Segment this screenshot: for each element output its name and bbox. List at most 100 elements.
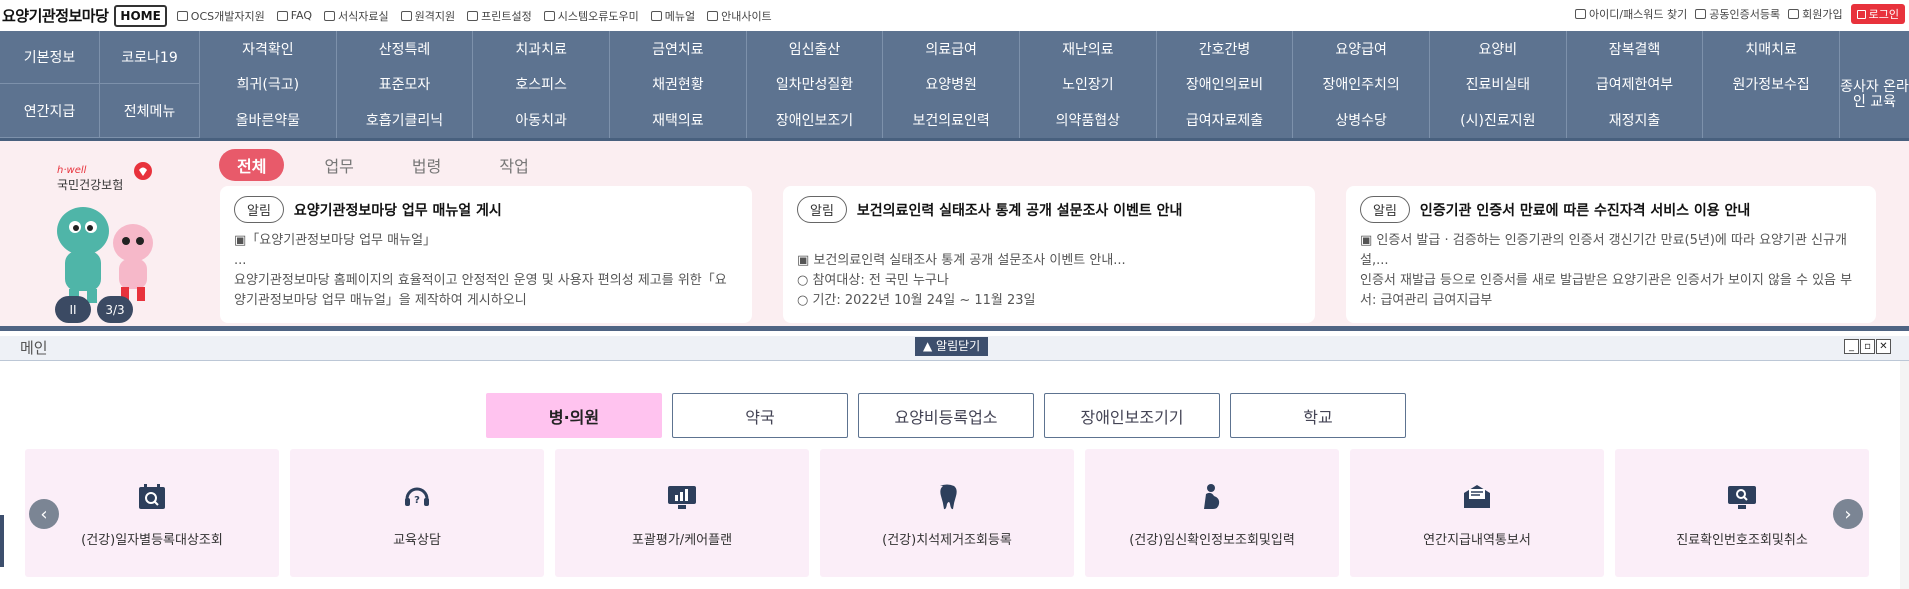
nav-item[interactable]: 자격확인 <box>200 31 337 67</box>
nav-item-annual-payment[interactable]: 연간지급 <box>0 84 100 138</box>
nav-item[interactable]: 임신출산 <box>747 31 884 67</box>
nav-left-menu: 기본정보 코로나19 연간지급 전체메뉴 <box>0 31 200 138</box>
nav-item[interactable]: 원가정보수집 <box>1703 66 1840 103</box>
tab-pharmacy[interactable]: 약국 <box>672 393 848 438</box>
nav-item[interactable]: 재정지출 <box>1567 102 1704 138</box>
util-link-forms[interactable]: 서식자료실 <box>324 8 389 24</box>
nav-item-staff-education[interactable]: 종사자 온라인 교육 <box>1840 31 1909 138</box>
nav-item[interactable]: 금연치료 <box>610 31 747 67</box>
nav-item[interactable]: 상병수당 <box>1293 102 1430 138</box>
window-title: 메인 <box>20 339 48 357</box>
nav-item[interactable]: 표준모자 <box>337 66 474 103</box>
nav-item[interactable]: 치매치료 <box>1703 31 1840 67</box>
nav-item[interactable]: 호흡기클리닉 <box>337 102 474 138</box>
vertical-scrollbar[interactable] <box>1900 361 1909 589</box>
minimize-icon[interactable]: _ <box>1844 339 1859 354</box>
quick-item-annual-statement[interactable]: 연간지급내역통보서 <box>1350 449 1604 577</box>
side-edge-tab[interactable] <box>0 515 4 567</box>
next-arrow-button[interactable]: › <box>1833 499 1863 529</box>
util-link-faq[interactable]: FAQ <box>276 8 312 24</box>
nav-item[interactable]: 치과치료 <box>473 31 610 67</box>
nav-item[interactable]: 올바른약물 <box>200 102 337 138</box>
restore-icon[interactable]: ▫ <box>1860 339 1875 354</box>
quick-item-pregnancy[interactable]: (건강)임신확인정보조회및입력 <box>1085 449 1339 577</box>
lock-icon <box>1856 9 1866 19</box>
tab-care-registered[interactable]: 요양비등록업소 <box>858 393 1034 438</box>
notice-title[interactable]: 요양기관정보마당 업무 매뉴얼 게시 <box>294 200 502 220</box>
util-link-manual[interactable]: 메뉴얼 <box>650 8 695 24</box>
nav-item[interactable]: 의약품협상 <box>1020 102 1157 138</box>
nav-item[interactable]: 재난의료 <box>1020 31 1157 67</box>
nav-item[interactable]: 장애인의료비 <box>1157 66 1294 103</box>
nav-item[interactable]: 장애인보조기 <box>747 102 884 138</box>
nav-item[interactable]: 급여자료제출 <box>1157 102 1294 138</box>
top-utility-bar: 요양기관정보마당 HOME OCS개발자지원 FAQ 서식자료실 원격지원 프린… <box>0 0 1909 31</box>
util-link-remote[interactable]: 원격지원 <box>400 8 455 24</box>
nav-item-all-menu[interactable]: 전체메뉴 <box>100 84 200 138</box>
util-link-ocs[interactable]: OCS개발자지원 <box>176 8 265 24</box>
util-link-error-helper[interactable]: 시스템오류도우미 <box>543 8 639 24</box>
institution-category-tabs: 병·의원 약국 요양비등록업소 장애인보조기기 학교 <box>486 393 1406 438</box>
quick-item-daily-registration[interactable]: (건강)일자별등록대상조회 <box>25 449 279 577</box>
find-id-password-link[interactable]: 아이디/패스워드 찾기 <box>1575 6 1687 22</box>
nav-item-basic-info[interactable]: 기본정보 <box>0 31 100 84</box>
quick-item-scaling[interactable]: (건강)치석제거조회등록 <box>820 449 1074 577</box>
notice-card-1[interactable]: 알림 요양기관정보마당 업무 매뉴얼 게시 ▣「요양기관정보마당 업무 매뉴얼」 … <box>220 186 752 323</box>
nav-item[interactable]: 채권현황 <box>610 66 747 103</box>
nav-item[interactable]: 아동치과 <box>473 102 610 138</box>
nav-item[interactable]: 의료급여 <box>883 31 1020 67</box>
tab-job[interactable]: 작업 <box>481 149 546 181</box>
shield-icon <box>1695 9 1707 19</box>
tab-law[interactable]: 법령 <box>394 149 459 181</box>
notice-title[interactable]: 보건의료인력 실태조사 통계 공개 설문조사 이벤트 안내 <box>857 200 1182 220</box>
nav-item[interactable]: 잠복결핵 <box>1567 31 1704 67</box>
login-button[interactable]: 로그인 <box>1850 4 1905 24</box>
tab-assistive-device[interactable]: 장애인보조기기 <box>1044 393 1220 438</box>
nav-item[interactable]: (시)진료지원 <box>1430 102 1567 138</box>
calendar-search-icon <box>139 484 165 509</box>
home-button[interactable]: HOME <box>114 4 167 27</box>
nav-item[interactable]: 노인장기 <box>1020 66 1157 103</box>
nav-item[interactable]: 요양급여 <box>1293 31 1430 67</box>
close-icon[interactable]: ✕ <box>1876 339 1891 354</box>
book-icon <box>650 10 662 21</box>
quick-item-care-plan[interactable]: 포괄평가/케어플랜 <box>555 449 809 577</box>
nav-item[interactable]: 희귀(극고) <box>200 66 337 103</box>
nav-item[interactable]: 산정특례 <box>337 31 474 67</box>
nav-item[interactable]: 급여제한여부 <box>1567 66 1704 103</box>
nav-item[interactable]: 장애인주치의 <box>1293 66 1430 103</box>
quick-item-education[interactable]: ? 교육상담 <box>290 449 544 577</box>
tab-all[interactable]: 전체 <box>219 149 285 181</box>
nav-item[interactable]: 요양비 <box>1430 31 1567 67</box>
cert-register-link[interactable]: 공동인증서등록 <box>1695 6 1780 22</box>
nav-item[interactable]: 일차만성질환 <box>747 66 884 103</box>
notice-body: ▣ 보건의료인력 실태조사 통계 공개 설문조사 이벤트 안내... ○ 참여대… <box>797 253 1126 308</box>
util-link-print[interactable]: 프린트설정 <box>467 8 532 24</box>
notice-body: ▣「요양기관정보마당 업무 매뉴얼」 ... 요양기관정보마당 홈페이지의 효율… <box>234 233 727 308</box>
pause-button[interactable]: II <box>55 296 91 323</box>
nav-item[interactable]: 재택의료 <box>610 102 747 138</box>
nav-item[interactable]: 보건의료인력 <box>883 102 1020 138</box>
chart-monitor-icon <box>668 486 696 509</box>
tab-hospital-clinic[interactable]: 병·의원 <box>486 393 662 438</box>
tab-school[interactable]: 학교 <box>1230 393 1406 438</box>
notice-title[interactable]: 인증기관 인증서 만료에 따른 수진자격 서비스 이용 안내 <box>1420 200 1750 220</box>
nav-item-corona19[interactable]: 코로나19 <box>100 31 200 84</box>
nav-item[interactable]: 간호간병 <box>1157 31 1294 67</box>
quick-item-confirmation-number[interactable]: 진료확인번호조회및취소 <box>1615 449 1869 577</box>
signup-link[interactable]: 회원가입 <box>1788 6 1843 22</box>
prev-arrow-button[interactable]: ‹ <box>29 499 59 529</box>
chat-icon <box>276 10 288 21</box>
nav-item[interactable]: 진료비실태 <box>1430 66 1567 103</box>
notice-card-2[interactable]: 알림 보건의료인력 실태조사 통계 공개 설문조사 이벤트 안내 ▣ 보건의료인력… <box>783 186 1315 323</box>
nav-item[interactable]: 요양병원 <box>883 66 1020 103</box>
util-link-guide-site[interactable]: 안내사이트 <box>707 8 772 24</box>
close-notice-button[interactable]: ▲ 알림닫기 <box>915 337 989 356</box>
tab-work[interactable]: 업무 <box>306 149 371 181</box>
page-indicator: 3/3 <box>97 296 133 323</box>
phone-icon <box>1575 9 1586 19</box>
notice-card-3[interactable]: 알림 인증기관 인증서 만료에 따른 수진자격 서비스 이용 안내 ▣ 인증서 발… <box>1346 186 1876 323</box>
site-logo[interactable]: 요양기관정보마당 <box>2 5 109 26</box>
utility-links: OCS개발자지원 FAQ 서식자료실 원격지원 프린트설정 시스템오류도우미 메… <box>176 8 772 24</box>
nav-item[interactable]: 호스피스 <box>473 66 610 103</box>
